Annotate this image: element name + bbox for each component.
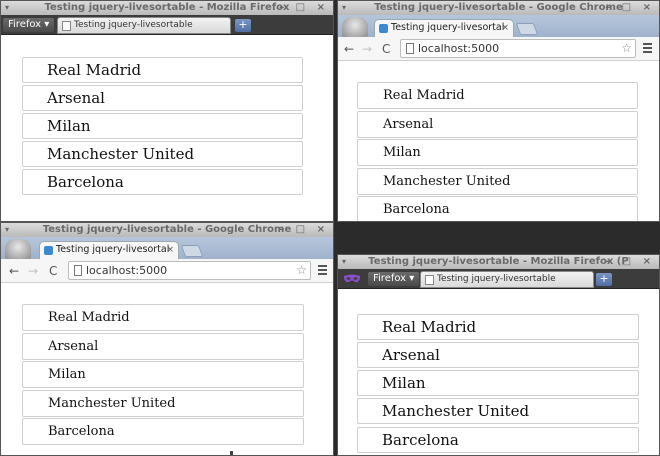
window-menu-icon[interactable]: ▾ [342, 1, 346, 15]
list-item[interactable]: Real Madrid [22, 57, 303, 83]
window-titlebar[interactable]: ▾ Testing jquery-livesortable - Mozilla … [338, 255, 659, 269]
new-tab-icon[interactable] [515, 23, 539, 35]
page-icon [406, 43, 414, 54]
list-item[interactable]: Barcelona [357, 196, 638, 221]
chevron-down-icon: ▾ [41, 19, 50, 30]
window-controls[interactable]: – □ × [605, 255, 655, 269]
chrome-toolbar: ← → C localhost:5000 ☆ [338, 37, 659, 61]
window-controls[interactable]: – □ × [279, 1, 329, 15]
firefox-tab-strip: Firefox ▾ Testing jquery-livesortable + [338, 269, 659, 289]
tab-label: Testing jquery-livesortal [56, 244, 170, 255]
firefox-menu-label: Firefox [373, 273, 407, 284]
list-item[interactable]: Manchester United [357, 398, 639, 424]
list-item[interactable]: Milan [22, 113, 303, 139]
list-item[interactable]: Arsenal [22, 333, 304, 360]
firefox-window-bottom-right: ▾ Testing jquery-livesortable - Mozilla … [337, 254, 660, 456]
list-item[interactable]: Barcelona [22, 169, 303, 195]
page-icon [62, 21, 71, 31]
list-item[interactable]: Milan [22, 361, 304, 388]
list-item[interactable]: Milan [357, 139, 638, 166]
page-icon [425, 275, 434, 285]
star-icon[interactable]: ☆ [296, 262, 307, 279]
list-item[interactable]: Manchester United [357, 168, 638, 195]
close-icon[interactable]: × [501, 20, 509, 36]
page-content: Real Madrid Arsenal Milan Manchester Uni… [1, 283, 333, 455]
list-item[interactable]: Real Madrid [22, 304, 304, 331]
list-item[interactable]: Manchester United [22, 390, 304, 417]
window-menu-icon[interactable]: ▾ [5, 1, 9, 15]
chevron-down-icon: ▾ [406, 273, 415, 284]
window-titlebar[interactable]: ▾ Testing jquery-livesortable - Mozilla … [1, 1, 333, 15]
window-menu-icon[interactable]: ▾ [5, 223, 9, 237]
url-text: localhost:5000 [418, 42, 500, 55]
favicon [379, 24, 388, 33]
reload-icon[interactable]: C [49, 263, 57, 279]
menu-icon[interactable] [643, 43, 652, 53]
list-item[interactable]: Manchester United [22, 141, 303, 167]
new-tab-icon[interactable] [180, 245, 204, 257]
window-menu-icon[interactable]: ▾ [342, 255, 346, 269]
menu-icon[interactable] [318, 265, 327, 275]
window-title: Testing jquery-livesortable - Mozilla Fi… [368, 256, 629, 267]
list-item[interactable]: Real Madrid [357, 82, 638, 109]
new-tab-icon[interactable]: + [235, 19, 251, 32]
window-controls[interactable]: – □ × [605, 1, 655, 15]
chrome-window-bottom-left: ▾ Testing jquery-livesortable - Google C… [0, 222, 334, 456]
chrome-tab-strip: Testing jquery-livesortal × [338, 15, 659, 37]
back-icon[interactable]: ← [344, 41, 354, 57]
tab-label: Testing jquery-livesortal [391, 22, 505, 33]
url-text: localhost:5000 [86, 264, 168, 277]
list-item[interactable]: Arsenal [357, 342, 639, 368]
list-item[interactable]: Barcelona [22, 418, 304, 445]
window-titlebar[interactable]: ▾ Testing jquery-livesortable - Google C… [1, 223, 333, 237]
page-content: Real Madrid Arsenal Milan Manchester Uni… [338, 61, 659, 221]
list-item[interactable]: Real Madrid [357, 314, 639, 340]
tab-testing-livesortable[interactable]: Testing jquery-livesortable [420, 271, 594, 288]
list-item[interactable]: Arsenal [22, 85, 303, 111]
back-icon[interactable]: ← [9, 263, 19, 279]
tab-testing-livesortable[interactable]: Testing jquery-livesortal × [39, 241, 179, 259]
star-icon[interactable]: ☆ [621, 40, 632, 57]
window-title: Testing jquery-livesortable - Google Chr… [374, 2, 623, 13]
page-content: Real Madrid Arsenal Milan Manchester Uni… [1, 35, 333, 221]
firefox-tab-strip: Firefox ▾ Testing jquery-livesortable + [1, 15, 333, 35]
window-titlebar[interactable]: ▾ Testing jquery-livesortable - Google C… [338, 1, 659, 15]
firefox-menu-button[interactable]: Firefox ▾ [368, 272, 420, 286]
list-item[interactable]: Milan [357, 370, 639, 396]
mouse-cursor [230, 451, 233, 455]
chrome-toolbar: ← → C localhost:5000 ☆ [1, 259, 333, 283]
window-controls[interactable]: – □ × [279, 223, 329, 237]
address-bar[interactable]: localhost:5000 ☆ [68, 261, 311, 280]
window-title: Testing jquery-livesortable - Mozilla Fi… [44, 2, 290, 13]
forward-icon[interactable]: → [28, 263, 38, 279]
firefox-menu-button[interactable]: Firefox ▾ [3, 18, 55, 32]
close-icon[interactable]: × [166, 242, 174, 258]
reload-icon[interactable]: C [382, 41, 390, 57]
page-content: Real Madrid Arsenal Milan Manchester Uni… [338, 289, 659, 455]
forward-icon[interactable]: → [362, 41, 372, 57]
chrome-window-top-right: ▾ Testing jquery-livesortable - Google C… [337, 0, 660, 222]
address-bar[interactable]: localhost:5000 ☆ [400, 39, 636, 58]
firefox-menu-label: Firefox [8, 19, 42, 30]
page-icon [74, 265, 82, 276]
window-title: Testing jquery-livesortable - Google Chr… [42, 224, 292, 235]
avatar-icon[interactable] [342, 17, 368, 37]
new-tab-icon[interactable]: + [596, 273, 612, 286]
list-item[interactable]: Arsenal [357, 111, 638, 138]
favicon [44, 246, 53, 255]
private-mask-icon [344, 274, 360, 283]
chrome-tab-strip: Testing jquery-livesortal × [1, 237, 333, 259]
tab-testing-livesortable[interactable]: Testing jquery-livesortable [57, 17, 231, 34]
list-item[interactable]: Barcelona [357, 427, 639, 453]
tab-label: Testing jquery-livesortable [74, 20, 193, 30]
tab-label: Testing jquery-livesortable [437, 274, 556, 284]
avatar-icon[interactable] [5, 239, 31, 259]
firefox-window-top-left: ▾ Testing jquery-livesortable - Mozilla … [0, 0, 334, 222]
tab-testing-livesortable[interactable]: Testing jquery-livesortal × [374, 19, 514, 37]
